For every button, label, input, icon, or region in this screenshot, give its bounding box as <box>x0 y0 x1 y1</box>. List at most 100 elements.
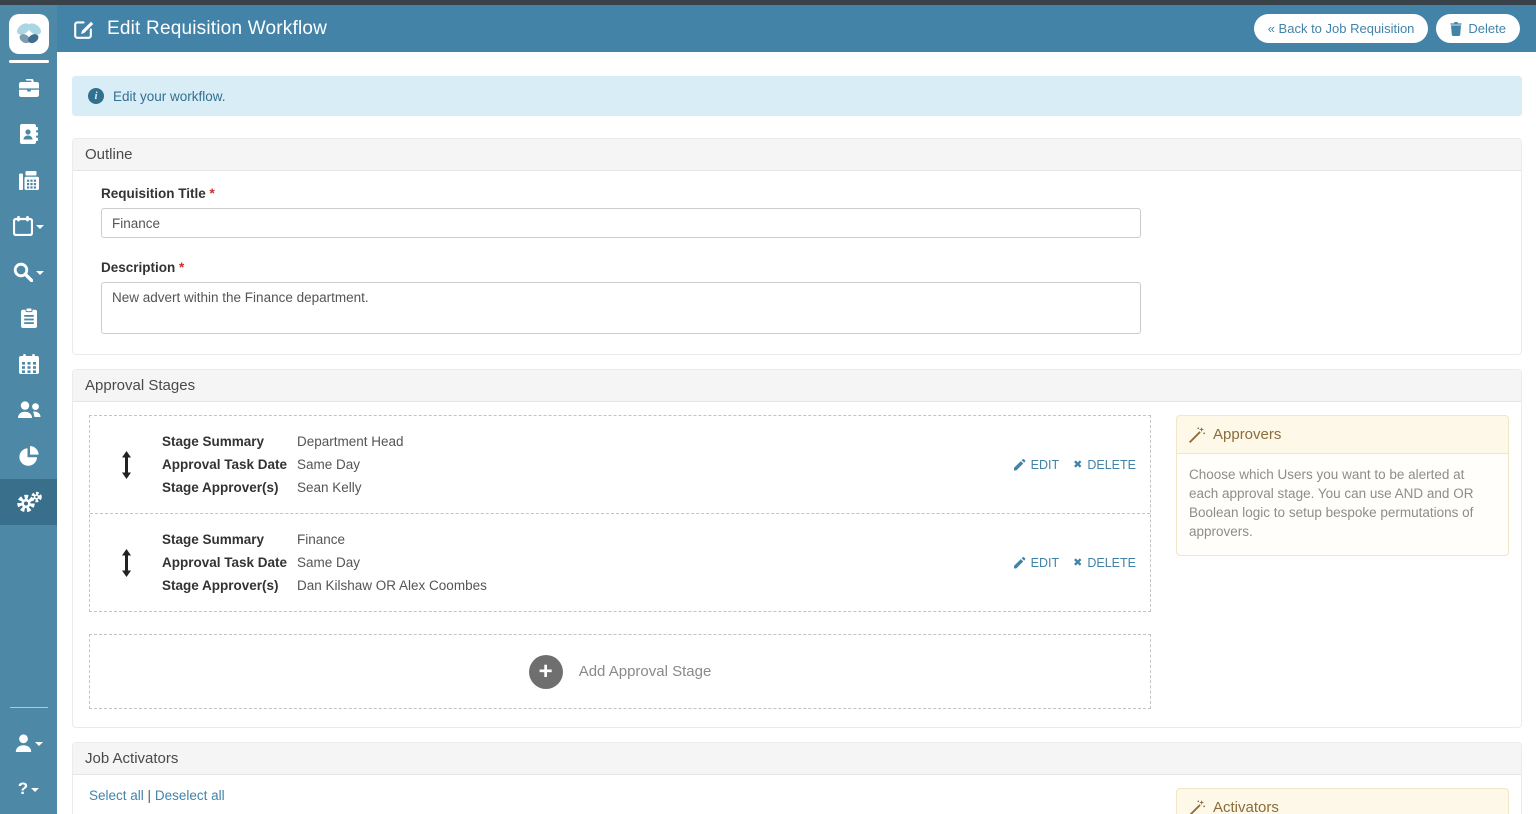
stage-fields: Stage Summary Department Head Approval T… <box>162 430 1014 499</box>
stage-approvers-value: Sean Kelly <box>297 476 362 499</box>
approval-task-date-value: Same Day <box>297 551 360 574</box>
page-title: Edit Requisition Workflow <box>107 18 327 40</box>
job-activators-panel: Job Activators Select all | Deselect all… <box>72 742 1522 814</box>
drag-handle[interactable] <box>90 549 162 577</box>
magic-wand-icon <box>1189 427 1205 443</box>
arrows-vertical-icon <box>121 451 132 479</box>
sidebar-item-candidates[interactable] <box>0 111 57 157</box>
edit-page-icon <box>73 18 95 40</box>
magic-wand-icon <box>1189 800 1205 814</box>
approvers-note-header: Approvers <box>1177 416 1508 453</box>
approvers-note-body: Choose which Users you want to be alerte… <box>1177 453 1508 555</box>
cogs-icon <box>16 491 42 513</box>
delete-stage-link[interactable]: ✖ DELETE <box>1073 556 1136 570</box>
delete-button[interactable]: Delete <box>1436 14 1520 43</box>
chevron-down-icon <box>31 788 39 792</box>
deselect-all-link[interactable]: Deselect all <box>155 788 225 803</box>
sidebar-item-settings[interactable] <box>0 479 57 525</box>
add-approval-stage-label: Add Approval Stage <box>579 663 712 680</box>
sidebar-item-jobs[interactable] <box>0 65 57 111</box>
sidebar-item-reports[interactable] <box>0 433 57 479</box>
stage-summary-value: Department Head <box>297 430 404 453</box>
sidebar-item-vacancy-calendar[interactable] <box>0 203 57 249</box>
sidebar-item-account[interactable] <box>0 720 57 766</box>
calendar-icon <box>13 216 33 236</box>
stage-summary-value: Finance <box>297 528 345 551</box>
requisition-title-input[interactable] <box>101 208 1141 238</box>
user-icon <box>15 734 32 752</box>
stage-summary-label: Stage Summary <box>162 430 297 453</box>
sidebar-bottom: ? <box>0 707 57 814</box>
activators-note-column: Activators <box>1176 788 1509 814</box>
sidebar-item-fax[interactable] <box>0 157 57 203</box>
stage-list: Stage Summary Department Head Approval T… <box>89 415 1151 612</box>
edit-stage-link[interactable]: EDIT <box>1014 556 1059 570</box>
requisition-title-label: Requisition Title * <box>101 186 1493 201</box>
approval-stages-panel-body: Stage Summary Department Head Approval T… <box>73 402 1521 727</box>
approval-stages-panel: Approval Stages Stage Summary Dep <box>72 369 1522 728</box>
approval-task-date-value: Same Day <box>297 453 360 476</box>
sidebar: ? <box>0 5 57 814</box>
users-icon <box>17 401 41 419</box>
activators-note-title: Activators <box>1213 799 1279 814</box>
fax-icon <box>19 171 39 190</box>
sidebar-item-tasks[interactable] <box>0 295 57 341</box>
briefcase-icon <box>19 79 39 97</box>
required-marker: * <box>179 260 184 275</box>
add-approval-stage-button[interactable]: + Add Approval Stage <box>89 634 1151 709</box>
pencil-icon <box>1014 556 1026 569</box>
stage-approvers-label: Stage Approver(s) <box>162 476 297 499</box>
approvers-note-panel: Approvers Choose which Users you want to… <box>1176 415 1509 556</box>
sidebar-item-users[interactable] <box>0 387 57 433</box>
sidebar-item-help[interactable]: ? <box>0 766 57 812</box>
arrows-vertical-icon <box>121 549 132 577</box>
description-textarea[interactable]: New advert within the Finance department… <box>101 282 1141 334</box>
x-icon: ✖ <box>1073 458 1082 471</box>
header-actions: « Back to Job Requisition Delete <box>1254 14 1520 43</box>
trash-icon <box>1450 22 1462 36</box>
calendar-grid-icon <box>19 354 39 374</box>
approval-task-date-label: Approval Task Date <box>162 453 297 476</box>
links-separator: | <box>148 788 152 803</box>
delete-stage-link[interactable]: ✖ DELETE <box>1073 458 1136 472</box>
pie-chart-icon <box>18 446 39 466</box>
alert-message: Edit your workflow. <box>113 89 226 104</box>
chevron-down-icon <box>35 742 43 746</box>
stages-column: Stage Summary Department Head Approval T… <box>89 415 1151 709</box>
stage-row: Stage Summary Department Head Approval T… <box>90 416 1150 513</box>
edit-stage-link[interactable]: EDIT <box>1014 458 1059 472</box>
select-all-link[interactable]: Select all <box>89 788 144 803</box>
plus-circle-icon: + <box>529 655 563 689</box>
page-header: Edit Requisition Workflow « Back to Job … <box>57 5 1536 52</box>
back-to-job-requisition-button[interactable]: « Back to Job Requisition <box>1254 14 1429 43</box>
stage-row: Stage Summary Finance Approval Task Date… <box>90 513 1150 611</box>
search-icon <box>13 262 33 282</box>
sidebar-item-calendar[interactable] <box>0 341 57 387</box>
x-icon: ✖ <box>1073 556 1082 569</box>
sidebar-item-search[interactable] <box>0 249 57 295</box>
outline-panel-body: Requisition Title * Description * New ad… <box>73 171 1521 354</box>
chevron-down-icon <box>36 225 44 229</box>
activators-note-header: Activators <box>1177 789 1508 814</box>
approval-task-date-label: Approval Task Date <box>162 551 297 574</box>
help-icon: ? <box>18 779 28 799</box>
main-content: i Edit your workflow. Outline Requisitio… <box>57 52 1536 814</box>
stage-approvers-label: Stage Approver(s) <box>162 574 297 597</box>
app-logo[interactable] <box>9 14 49 54</box>
stage-fields: Stage Summary Finance Approval Task Date… <box>162 528 1014 597</box>
address-book-icon <box>20 124 38 144</box>
stage-summary-label: Stage Summary <box>162 528 297 551</box>
butterfly-logo-icon <box>15 21 43 47</box>
pencil-icon <box>1014 458 1026 471</box>
chevron-down-icon <box>36 271 44 275</box>
outline-panel-title: Outline <box>73 139 1521 171</box>
approvers-note-column: Approvers Choose which Users you want to… <box>1176 415 1509 709</box>
drag-handle[interactable] <box>90 451 162 479</box>
clipboard-icon <box>21 308 37 328</box>
approval-stages-panel-title: Approval Stages <box>73 370 1521 402</box>
job-activators-panel-title: Job Activators <box>73 743 1521 775</box>
required-marker: * <box>210 186 215 201</box>
activators-column: Select all | Deselect all Martin Potts J… <box>89 788 1151 814</box>
job-activators-panel-body: Select all | Deselect all Martin Potts J… <box>73 775 1521 814</box>
info-icon: i <box>88 88 104 104</box>
